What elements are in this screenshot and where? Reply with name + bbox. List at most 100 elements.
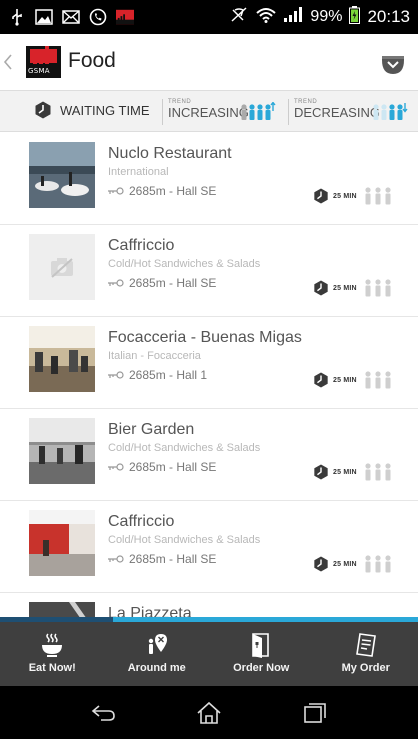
app-header: GSMA Food <box>0 34 418 90</box>
distance-icon <box>108 371 124 379</box>
back-arrow-icon <box>91 704 115 721</box>
divider <box>162 99 163 125</box>
trend-increasing-filter[interactable]: TREND INCREASING <box>168 99 249 120</box>
trend-increasing-label: INCREASING <box>168 105 249 120</box>
system-back-button[interactable] <box>86 700 120 726</box>
distance-icon <box>108 187 124 195</box>
wait-time-value: 25 MIN <box>333 468 357 476</box>
restaurant-row[interactable]: Caffriccio Cold/Hot Sandwiches & Salads … <box>0 501 418 593</box>
system-recents-button[interactable] <box>298 700 332 726</box>
gsma-logo[interactable]: GSMA <box>26 46 61 78</box>
wait-time-indicator: 25 MIN <box>313 186 395 206</box>
trend-decreasing-label: DECREASING <box>294 105 380 120</box>
restaurant-row[interactable]: Nuclo Restaurant International 2685m - H… <box>0 133 418 225</box>
distance-text: 2685m - Hall 1 <box>129 368 208 382</box>
restaurant-photo <box>29 510 95 576</box>
restaurant-distance: 2685m - Hall SE <box>108 276 216 290</box>
menu-book-icon <box>252 633 270 658</box>
restaurant-row[interactable]: Bier Garden Cold/Hot Sandwiches & Salads… <box>0 409 418 501</box>
page-title: Food <box>68 49 116 72</box>
nav-around-me-label: Around me <box>127 662 186 674</box>
distance-text: 2685m - Hall SE <box>129 460 217 474</box>
crowd-level-icon <box>365 187 391 205</box>
whatsapp-icon <box>89 8 107 26</box>
gsma-notification-icon <box>116 8 134 26</box>
distance-icon <box>108 463 124 471</box>
restaurant-category: International <box>108 166 169 178</box>
nav-order-now[interactable]: Order Now <box>209 622 314 686</box>
restaurant-name: Caffriccio <box>108 513 175 530</box>
crowd-level-icon <box>365 463 391 481</box>
clock-hexagon-icon <box>314 280 328 296</box>
distance-text: 2685m - Hall SE <box>129 552 217 566</box>
clock-hexagon-icon <box>314 556 328 572</box>
wait-time-value: 25 MIN <box>333 284 357 292</box>
wait-time-indicator: 25 MIN <box>313 278 395 298</box>
nav-around-me[interactable]: Around me <box>105 622 210 686</box>
no-photo-icon <box>51 258 73 278</box>
signal-icon <box>283 6 303 28</box>
restaurant-category: Cold/Hot Sandwiches & Salads <box>108 258 261 270</box>
restaurant-photo <box>29 326 95 392</box>
restaurant-row[interactable]: La Piazzeta <box>0 593 418 617</box>
restaurant-name: Nuclo Restaurant <box>108 145 232 162</box>
people-increasing-icon <box>240 102 276 122</box>
battery-icon <box>349 5 361 29</box>
distance-icon <box>108 279 124 287</box>
restaurant-distance: 2685m - Hall SE <box>108 184 216 198</box>
restaurant-name: Focacceria - Buenas Migas <box>108 329 302 346</box>
image-icon <box>35 8 53 26</box>
restaurant-name: La Piazzeta <box>108 605 192 617</box>
trend-decreasing-filter[interactable]: TREND DECREASING <box>294 99 380 120</box>
nav-eat-now[interactable]: Eat Now! <box>0 622 105 686</box>
restaurant-photo <box>29 142 95 208</box>
nav-my-order-label: My Order <box>341 662 390 674</box>
restaurant-photo <box>29 602 95 617</box>
crowd-level-icon <box>365 279 391 297</box>
restaurant-photo-placeholder <box>29 234 95 300</box>
restaurant-name: Bier Garden <box>108 421 195 438</box>
waiting-time-filter[interactable]: WAITING TIME <box>34 101 150 119</box>
mute-icon <box>229 6 249 29</box>
wait-time-indicator: 25 MIN <box>313 462 395 482</box>
home-icon <box>197 701 221 724</box>
distance-icon <box>108 555 124 563</box>
recent-apps-icon <box>304 702 326 723</box>
crowd-level-icon <box>365 555 391 573</box>
restaurant-distance: 2685m - Hall SE <box>108 460 216 474</box>
clock: 20:13 <box>367 7 410 26</box>
waiting-time-label: WAITING TIME <box>60 102 150 118</box>
basket-button[interactable] <box>380 54 406 76</box>
restaurant-list[interactable]: Nuclo Restaurant International 2685m - H… <box>0 133 418 617</box>
receipt-icon <box>355 633 376 657</box>
system-home-button[interactable] <box>192 700 226 726</box>
wait-time-indicator: 25 MIN <box>313 554 395 574</box>
back-chevron-icon[interactable] <box>3 52 13 72</box>
system-navigation-bar <box>0 686 418 739</box>
wait-time-indicator: 25 MIN <box>313 370 395 390</box>
clock-hexagon-icon <box>314 372 328 388</box>
restaurant-category: Italian - Focacceria <box>108 350 201 362</box>
divider <box>288 99 289 125</box>
bottom-navigation: Eat Now! Around me Order Now My Order <box>0 622 418 686</box>
logo-text: GSMA <box>28 67 50 75</box>
sort-filter-bar: WAITING TIME TREND INCREASING TREND DECR… <box>0 90 418 132</box>
restaurant-distance: 2685m - Hall SE <box>108 552 216 566</box>
restaurant-row[interactable]: Focacceria - Buenas Migas Italian - Foca… <box>0 317 418 409</box>
restaurant-distance: 2685m - Hall 1 <box>108 368 207 382</box>
wait-time-value: 25 MIN <box>333 560 357 568</box>
restaurant-name: Caffriccio <box>108 237 175 254</box>
restaurant-row[interactable]: Caffriccio Cold/Hot Sandwiches & Salads … <box>0 225 418 317</box>
basket-icon <box>382 56 404 74</box>
wait-time-value: 25 MIN <box>333 192 357 200</box>
status-bar: 99% 20:13 <box>0 0 418 34</box>
nav-order-now-label: Order Now <box>233 662 290 674</box>
battery-percent: 99% <box>310 8 343 25</box>
crowd-level-icon <box>365 371 391 389</box>
person-location-icon <box>148 634 167 654</box>
steaming-bowl-icon <box>42 633 63 657</box>
nav-my-order[interactable]: My Order <box>314 622 418 686</box>
distance-text: 2685m - Hall SE <box>129 276 217 290</box>
clock-hexagon-icon <box>314 464 328 480</box>
distance-text: 2685m - Hall SE <box>129 184 217 198</box>
